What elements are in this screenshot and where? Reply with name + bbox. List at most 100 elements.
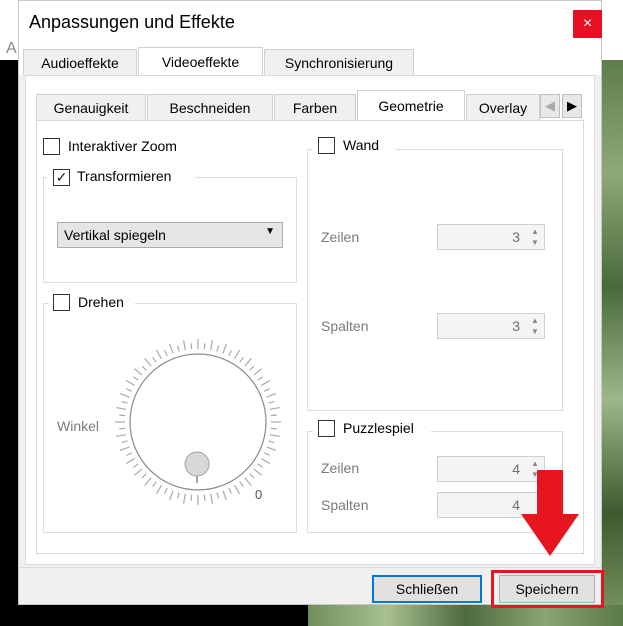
dial-tick <box>269 406 280 410</box>
dial-zero-label: 0 <box>255 487 263 502</box>
dial-tick <box>239 481 244 488</box>
rotate-checkbox[interactable] <box>53 294 70 311</box>
dial-tick <box>119 446 130 451</box>
dial-tick <box>269 434 280 438</box>
wall-cols-spinner[interactable]: 3 ▲ ▼ <box>437 313 545 339</box>
transform-checkbox[interactable]: ✓ <box>53 169 70 186</box>
spin-arrows-icon[interactable]: ▲ ▼ <box>528 315 542 337</box>
interactive-zoom-checkbox[interactable] <box>43 138 60 155</box>
dial-tick <box>119 414 126 417</box>
dial-tick <box>152 481 157 488</box>
dial-tick <box>141 365 147 371</box>
dial-tick <box>169 490 174 501</box>
dial-tick <box>144 358 152 367</box>
dial-tick <box>176 345 180 352</box>
scroll-right-icon[interactable]: ▶ <box>562 94 582 118</box>
dial-tick <box>228 487 232 494</box>
puzzle-checkbox[interactable] <box>318 420 335 437</box>
footer-divider <box>19 567 601 568</box>
transform-select[interactable]: Vertikal spiegeln ▼ <box>57 222 283 248</box>
wall-cols-value: 3 <box>512 318 520 334</box>
dial-tick <box>249 365 255 371</box>
wall-checkbox[interactable] <box>318 137 335 154</box>
wall-rows-spinner[interactable]: 3 ▲ ▼ <box>437 224 545 250</box>
subtab-farben[interactable]: Farben <box>274 94 356 120</box>
dial-tick <box>164 487 168 494</box>
puzzle-rows-value: 4 <box>512 461 520 477</box>
tab-videoeffekte[interactable]: Videoeffekte <box>138 47 263 77</box>
dial-tick <box>260 379 271 387</box>
close-window-button[interactable]: × <box>573 10 602 38</box>
dial-tick <box>116 434 127 438</box>
dial-tick <box>116 406 127 410</box>
dial-tick <box>216 345 220 352</box>
dial-tick <box>222 490 227 501</box>
effects-dialog: Anpassungen und Effekte × Audioeffekte V… <box>18 0 602 605</box>
dial-tick <box>125 379 136 387</box>
dial-tick <box>263 452 270 456</box>
dial-tick <box>119 427 126 430</box>
dial-tick <box>210 340 214 351</box>
subtab-beschneiden[interactable]: Beschneiden <box>147 94 273 120</box>
dial-tick <box>263 388 270 392</box>
dial-tick <box>119 393 130 398</box>
dial-tick <box>126 452 133 456</box>
dial-tick <box>253 368 262 376</box>
dial-tick <box>190 494 193 501</box>
angle-dial[interactable] <box>113 337 283 507</box>
tab-synchronisierung[interactable]: Synchronisierung <box>264 49 414 75</box>
dial-tick <box>257 376 264 381</box>
transform-select-value: Vertikal spiegeln <box>64 227 166 243</box>
scroll-left-icon[interactable]: ◀ <box>540 94 560 118</box>
dial-tick <box>244 358 252 367</box>
dial-tick <box>249 473 255 479</box>
transform-label: Transformieren <box>77 168 172 184</box>
puzzle-cols-label: Spalten <box>321 497 369 513</box>
dial-tick <box>144 477 152 486</box>
dial-tick <box>270 414 277 417</box>
title-bar: Anpassungen und Effekte × <box>19 1 602 45</box>
dial-tick <box>155 349 163 360</box>
tab-audioeffekte[interactable]: Audioeffekte <box>23 49 137 75</box>
geometry-panel: Interaktiver Zoom ✓ Transformieren Verti… <box>36 120 584 554</box>
wall-rows-label: Zeilen <box>321 229 360 245</box>
puzzle-rows-label: Zeilen <box>321 460 360 476</box>
dial-tick <box>233 484 241 495</box>
dial-tick <box>121 400 128 404</box>
dial-tick <box>126 388 133 392</box>
dial-tick <box>132 376 139 381</box>
dial-tick <box>270 427 277 430</box>
dial-tick <box>210 493 214 504</box>
dial-tick <box>268 400 275 404</box>
spin-arrows-icon[interactable]: ▲ ▼ <box>528 226 542 248</box>
dial-tick <box>134 468 143 476</box>
dial-tick <box>121 440 128 444</box>
subtab-geometrie[interactable]: Geometrie <box>357 90 465 120</box>
dial-tick <box>260 457 271 465</box>
close-button[interactable]: Schließen <box>372 575 482 603</box>
dial-handle[interactable] <box>184 451 210 477</box>
subtab-overlay[interactable]: Overlay <box>466 94 540 120</box>
dial-tick <box>216 492 220 499</box>
dial-tick <box>152 356 157 363</box>
subtab-genauigkeit[interactable]: Genauigkeit <box>36 94 146 120</box>
dial-tick <box>176 492 180 499</box>
dial-tick <box>203 494 206 501</box>
dial-tick <box>233 349 241 360</box>
dial-tick <box>244 477 252 486</box>
wall-group <box>307 149 563 411</box>
dial-tick <box>155 484 163 495</box>
dial-tick <box>125 457 136 465</box>
red-down-arrow-icon <box>521 470 579 556</box>
dial-tick <box>141 473 147 479</box>
save-highlight-box <box>491 570 604 608</box>
background-image-bottom <box>308 605 623 626</box>
dial-tick <box>268 440 275 444</box>
wall-cols-label: Spalten <box>321 318 369 334</box>
wall-rows-value: 3 <box>512 229 520 245</box>
background-text: A <box>6 40 17 57</box>
dial-tick <box>169 343 174 354</box>
videoeffekte-panel: Genauigkeit Beschneiden Farben Geometrie… <box>25 75 595 565</box>
dial-tick <box>132 463 139 468</box>
dial-tick <box>228 350 232 357</box>
